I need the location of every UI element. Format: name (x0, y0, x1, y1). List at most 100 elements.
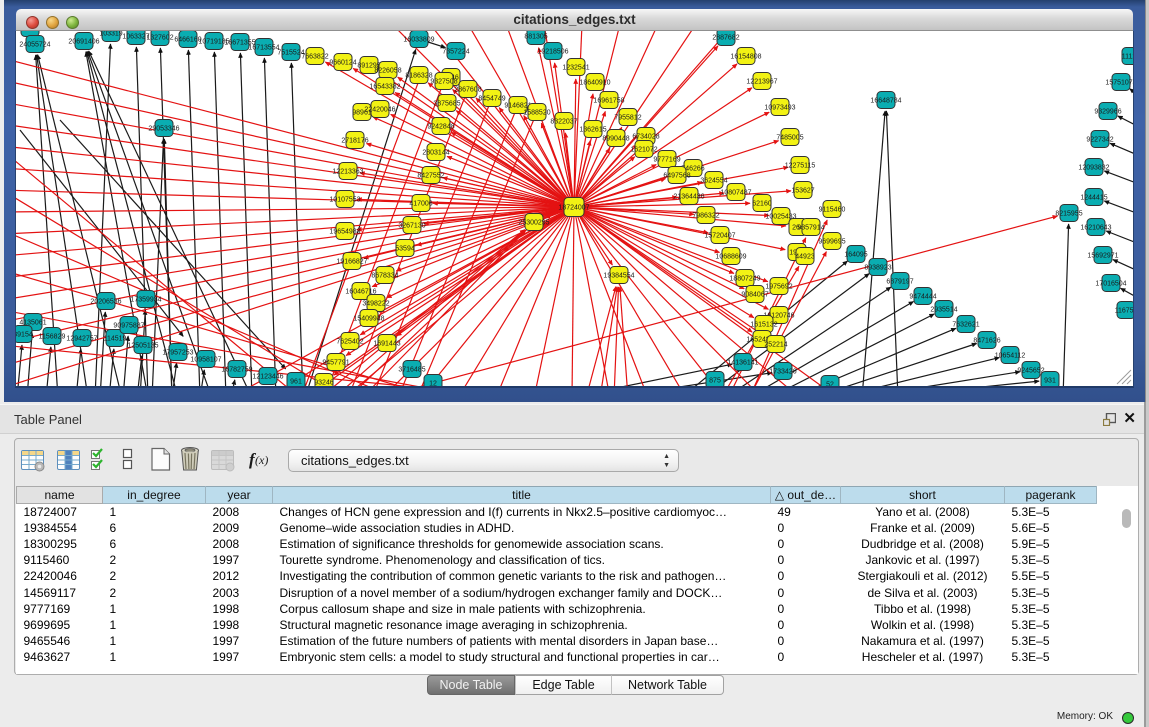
svg-text:9457791: 9457791 (322, 360, 349, 367)
svg-text:10973493: 10973493 (764, 105, 795, 112)
svg-text:17957253: 17957253 (162, 350, 193, 357)
svg-text:8186328: 8186328 (405, 73, 432, 80)
svg-text:12505135: 12505135 (127, 343, 158, 350)
svg-text:9357914: 9357914 (797, 225, 824, 232)
svg-text:10654112: 10654112 (995, 353, 1026, 360)
svg-text:9660124: 9660124 (329, 60, 356, 67)
svg-text:8678334: 8678334 (371, 273, 398, 280)
svg-text:7663822: 7663822 (301, 54, 328, 61)
svg-text:44923: 44923 (795, 254, 815, 261)
svg-text:16961758: 16961758 (593, 98, 624, 105)
svg-text:15692971: 15692971 (1087, 253, 1118, 260)
svg-text:6497568: 6497568 (663, 173, 690, 180)
svg-text:103319: 103319 (99, 31, 122, 38)
svg-text:17359934: 17359934 (130, 297, 161, 304)
svg-text:164095: 164095 (844, 252, 867, 259)
svg-text:(x): (x) (255, 453, 268, 467)
svg-text:10958107: 10958107 (190, 357, 221, 364)
svg-text:1244415: 1244415 (1080, 195, 1107, 202)
svg-text:39154: 39154 (16, 332, 33, 339)
svg-text:62160: 62160 (752, 201, 772, 208)
svg-text:3267130: 3267130 (398, 223, 425, 230)
svg-text:24055724: 24055724 (19, 42, 50, 49)
svg-text:16154808: 16154808 (730, 54, 761, 61)
svg-text:9327508: 9327508 (430, 79, 457, 86)
svg-text:16033809: 16033809 (403, 37, 434, 44)
svg-text:9699695: 9699695 (818, 239, 845, 246)
svg-text:3498222: 3498222 (362, 301, 389, 308)
svg-text:8427552: 8427552 (417, 173, 444, 180)
svg-text:1975692: 1975692 (765, 284, 792, 291)
svg-text:8990448: 8990448 (602, 136, 629, 143)
svg-text:18807249: 18807249 (729, 276, 760, 283)
svg-text:116753: 116753 (1115, 308, 1133, 315)
svg-text:1621072: 1621072 (630, 147, 657, 154)
svg-text:25300295: 25300295 (518, 220, 549, 227)
svg-text:8938923: 8938923 (864, 265, 891, 272)
svg-text:93246: 93246 (314, 380, 334, 387)
svg-text:90975887: 90975887 (113, 323, 144, 330)
svg-text:8322037: 8322037 (550, 119, 577, 126)
svg-text:15751074: 15751074 (1105, 80, 1133, 87)
svg-text:8226058: 8226058 (374, 68, 401, 75)
svg-text:8454749: 8454749 (478, 96, 505, 103)
svg-text:18724007: 18724007 (558, 205, 589, 212)
svg-text:21364436: 21364436 (673, 194, 704, 201)
svg-text:15409948: 15409948 (353, 316, 384, 323)
svg-text:7357224: 7357224 (442, 49, 469, 56)
svg-text:9115460: 9115460 (819, 207, 846, 214)
svg-text:2935514: 2935514 (930, 307, 957, 314)
svg-text:12275115: 12275115 (785, 163, 816, 170)
svg-text:10688609: 10688609 (715, 254, 746, 261)
svg-text:7955812: 7955812 (614, 115, 641, 122)
svg-text:7625402: 7625402 (336, 339, 363, 346)
svg-text:417006: 417006 (409, 201, 432, 208)
svg-text:12123446: 12123446 (252, 374, 283, 381)
svg-text:7485005: 7485005 (776, 135, 803, 142)
svg-text:52: 52 (826, 382, 834, 387)
svg-text:1232541: 1232541 (562, 65, 589, 72)
svg-text:114519: 114519 (104, 336, 127, 343)
svg-text:6734028: 6734028 (632, 134, 659, 141)
svg-text:2718176: 2718176 (341, 138, 368, 145)
svg-text:11124: 11124 (1122, 54, 1133, 61)
svg-text:9777169: 9777169 (653, 157, 680, 164)
svg-text:17016504: 17016504 (1095, 281, 1126, 288)
svg-text:881305: 881305 (524, 34, 547, 41)
svg-text:153627: 153627 (791, 188, 814, 195)
svg-text:931: 931 (1044, 378, 1056, 385)
svg-text:2867608: 2867608 (454, 87, 481, 94)
svg-text:961: 961 (290, 379, 302, 386)
svg-text:12942757: 12942757 (66, 336, 97, 343)
svg-text:8471626: 8471626 (973, 338, 1000, 345)
svg-text:9084067: 9084067 (741, 292, 768, 299)
svg-text:3624554: 3624554 (700, 178, 727, 185)
svg-text:1615132: 1615132 (750, 322, 777, 329)
svg-text:16543382: 16543382 (369, 84, 400, 91)
svg-text:20691406: 20691406 (68, 39, 99, 46)
svg-text:8215955: 8215955 (1055, 211, 1082, 218)
svg-text:7632621: 7632621 (952, 322, 979, 329)
svg-text:53594: 53594 (395, 246, 415, 253)
svg-text:3875685: 3875685 (433, 101, 460, 108)
svg-text:16648784: 16648784 (870, 98, 901, 105)
svg-text:16713554: 16713554 (248, 45, 279, 52)
svg-text:2803144: 2803144 (422, 150, 449, 157)
svg-text:10807487: 10807487 (720, 190, 751, 197)
svg-text:12213967: 12213967 (746, 79, 777, 86)
svg-text:9474444: 9474444 (909, 294, 936, 301)
svg-text:1733426: 1733426 (769, 369, 796, 376)
svg-text:19166827: 19166827 (336, 259, 367, 266)
svg-text:9227342: 9227342 (1086, 137, 1113, 144)
svg-text:19654983: 19654983 (329, 229, 360, 236)
svg-text:16782759: 16782759 (221, 367, 252, 374)
svg-text:20206536: 20206536 (90, 299, 121, 306)
svg-text:1327602: 1327602 (146, 35, 173, 42)
svg-text:19384554: 19384554 (603, 273, 634, 280)
svg-text:12213363: 12213363 (332, 169, 363, 176)
svg-text:9242848: 9242848 (427, 124, 454, 131)
svg-text:2887682: 2887682 (712, 35, 739, 42)
svg-text:7986322: 7986322 (692, 213, 719, 220)
svg-text:29053346: 29053346 (148, 126, 179, 133)
svg-text:1156829: 1156829 (39, 334, 66, 341)
